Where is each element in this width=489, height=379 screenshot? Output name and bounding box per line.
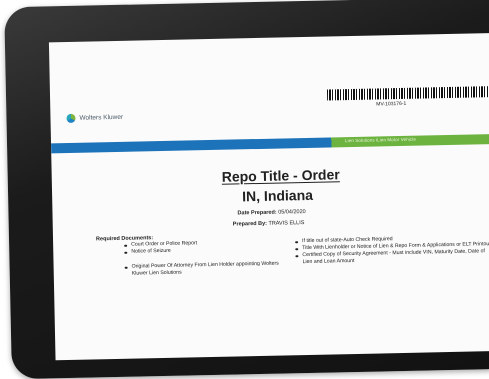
- logo-icon: [66, 113, 76, 123]
- list-item: Original Power Of Attorney From Lien Hol…: [124, 260, 284, 277]
- brand-name: Wolters Kluwer: [79, 113, 124, 122]
- list-item: Certified Copy of Security Agreement - M…: [294, 248, 489, 266]
- tablet-device: Wolters Kluwer MV-103176-1 Lien Solution…: [4, 0, 489, 379]
- date-prepared: Date Prepared: 05/04/2020: [237, 209, 305, 216]
- required-list-right: If title out of state-Auto Check Require…: [294, 234, 489, 266]
- barcode-number: MV-103176-1: [376, 100, 407, 108]
- wolters-kluwer-logo: Wolters Kluwer: [66, 113, 123, 123]
- document-state: IN, Indiana: [242, 186, 314, 205]
- document-screen: Wolters Kluwer MV-103176-1 Lien Solution…: [48, 32, 489, 361]
- prepared-by: Prepared By: TRAVIS ELLIS: [233, 220, 305, 227]
- prepared-value: TRAVIS ELLIS: [268, 220, 305, 227]
- date-value: 05/04/2020: [278, 209, 306, 216]
- required-list-left: Court Order or Police Report Notice of S…: [123, 238, 284, 277]
- document-title: Repo Title - Order: [221, 166, 340, 185]
- date-label: Date Prepared:: [237, 209, 277, 217]
- header-banner: [51, 133, 489, 154]
- prepared-label: Prepared By:: [232, 220, 268, 228]
- barcode-image: [326, 85, 489, 101]
